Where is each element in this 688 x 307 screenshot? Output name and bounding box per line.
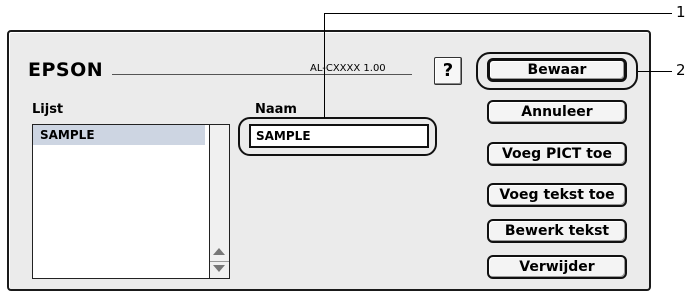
add-text-button[interactable]: Voeg tekst toe — [487, 183, 627, 207]
callout-2-number: 2 — [676, 61, 686, 79]
callout-2-leader — [638, 71, 672, 72]
cancel-button[interactable]: Annuleer — [487, 100, 627, 124]
name-input[interactable]: SAMPLE — [249, 124, 429, 148]
epson-logo: EPSON — [28, 59, 104, 81]
callout-1-number: 1 — [676, 3, 686, 21]
list-label: Lijst — [32, 102, 64, 117]
callout-1-leader-vertical — [324, 13, 325, 118]
watermark-list[interactable]: SAMPLE — [32, 124, 230, 279]
list-scrollbar[interactable] — [209, 125, 229, 278]
name-label: Naam — [255, 102, 297, 117]
scrollbar-divider — [210, 261, 229, 262]
save-button[interactable]: Bewaar — [487, 58, 627, 82]
model-version-label: AL-CXXXX 1.00 — [310, 63, 386, 74]
scroll-up-arrow-icon[interactable] — [213, 248, 225, 255]
add-pict-button[interactable]: Voeg PICT toe — [487, 142, 627, 166]
header-divider — [112, 74, 412, 75]
help-button[interactable]: ? — [434, 57, 462, 85]
edit-text-button[interactable]: Bewerk tekst — [487, 219, 627, 243]
scroll-down-arrow-icon[interactable] — [213, 265, 225, 272]
delete-button[interactable]: Verwijder — [487, 255, 627, 279]
callout-1-leader-horizontal — [324, 13, 672, 14]
list-item[interactable]: SAMPLE — [33, 125, 205, 145]
